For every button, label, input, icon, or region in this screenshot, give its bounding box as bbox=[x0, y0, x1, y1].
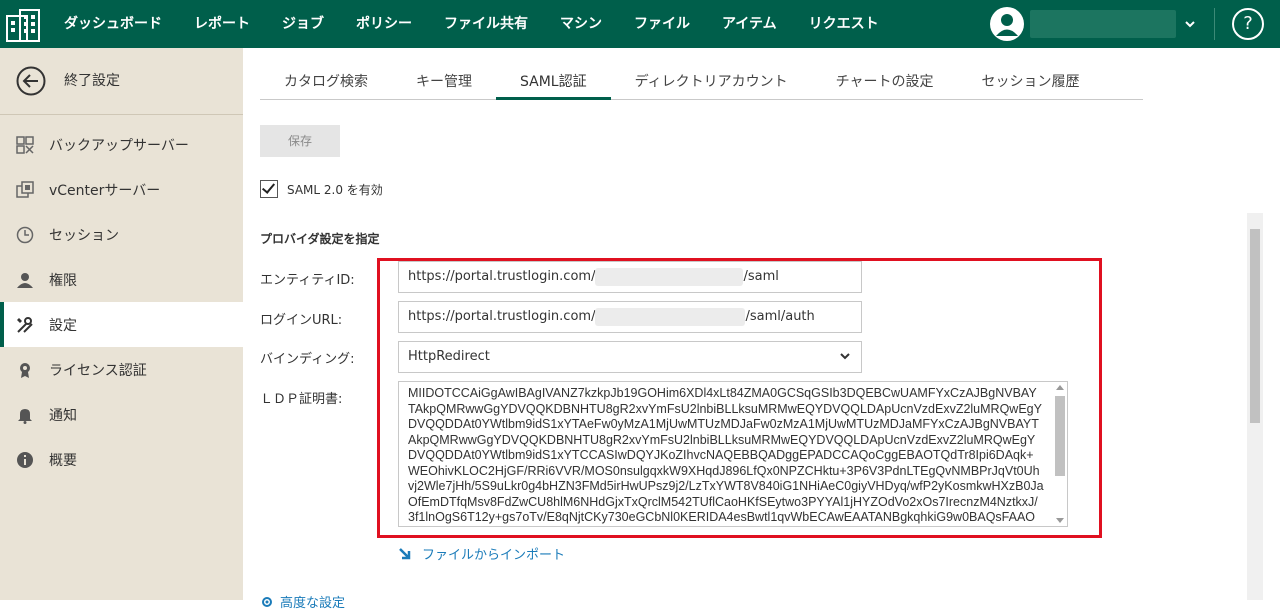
top-navigation-bar: ダッシュボード レポート ジョブ ポリシー ファイル共有 マシン ファイル アイ… bbox=[0, 0, 1280, 48]
entity-id-suffix: /saml bbox=[743, 269, 779, 284]
cert-text: MIIDOTCCAiGgAwIBAgIVANZ7kzkpJb19GOHim6XD… bbox=[408, 386, 1044, 526]
app-logo-icon[interactable] bbox=[6, 8, 40, 42]
user-avatar-icon[interactable] bbox=[990, 7, 1024, 41]
exit-settings-label: 終了設定 bbox=[64, 73, 120, 89]
info-icon bbox=[15, 450, 35, 470]
sidebar-item-label: ライセンス認証 bbox=[49, 362, 147, 379]
saml-enable-label: SAML 2.0 を有効 bbox=[287, 182, 383, 197]
page-scrollbar-thumb[interactable] bbox=[1250, 229, 1260, 423]
checkmark-icon bbox=[261, 180, 276, 194]
saml-enable-row[interactable]: SAML 2.0 を有効 bbox=[260, 179, 383, 199]
tab-session-history[interactable]: セッション履歴 bbox=[958, 68, 1104, 100]
license-icon bbox=[15, 360, 35, 380]
divider bbox=[0, 114, 243, 115]
sidebar-item-backup-servers[interactable]: バックアップサーバー bbox=[0, 122, 243, 167]
advanced-settings-link[interactable]: 高度な設定 bbox=[260, 592, 345, 611]
clock-icon bbox=[15, 225, 35, 245]
cert-label: ＬＤＰ証明書: bbox=[260, 392, 343, 407]
redacted-segment bbox=[595, 307, 746, 326]
tab-directory-account[interactable]: ディレクトリアカウント bbox=[611, 68, 812, 100]
import-label: ファイルからインポート bbox=[422, 548, 566, 563]
section-title: プロバイダ設定を指定 bbox=[260, 232, 380, 246]
scroll-down-icon[interactable] bbox=[1056, 518, 1064, 523]
nav-reports[interactable]: レポート bbox=[178, 0, 266, 48]
main-content: カタログ検索 キー管理 SAML認証 ディレクトリアカウント チャートの設定 セ… bbox=[243, 48, 1280, 611]
sidebar-item-label: セッション bbox=[49, 227, 119, 244]
sidebar-item-label: 権限 bbox=[49, 272, 77, 289]
redacted-segment bbox=[595, 267, 744, 286]
gear-icon bbox=[262, 596, 272, 607]
login-url-prefix: https://portal.trustlogin.com/ bbox=[408, 309, 596, 324]
tab-catalog-search[interactable]: カタログ検索 bbox=[260, 68, 392, 100]
sidebar-item-label: バックアップサーバー bbox=[49, 137, 189, 154]
sidebar-item-sessions[interactable]: セッション bbox=[0, 212, 243, 257]
nav-files[interactable]: ファイル bbox=[618, 0, 706, 48]
user-icon bbox=[15, 270, 35, 290]
nav-jobs[interactable]: ジョブ bbox=[266, 0, 340, 48]
sidebar-item-vcenter[interactable]: vCenterサーバー bbox=[0, 167, 243, 212]
bell-icon bbox=[15, 405, 35, 425]
active-indicator bbox=[233, 314, 243, 334]
settings-tabs: カタログ検索 キー管理 SAML認証 ディレクトリアカウント チャートの設定 セ… bbox=[260, 68, 1143, 100]
divider bbox=[1214, 8, 1215, 40]
exit-settings-button[interactable]: 終了設定 bbox=[0, 48, 243, 114]
saml-enable-checkbox[interactable] bbox=[260, 180, 278, 198]
sidebar-item-permissions[interactable]: 権限 bbox=[0, 257, 243, 302]
vcenter-icon bbox=[15, 180, 35, 200]
sidebar-item-about[interactable]: 概要 bbox=[0, 437, 243, 482]
binding-value: HttpRedirect bbox=[408, 349, 490, 364]
entity-id-prefix: https://portal.trustlogin.com/ bbox=[408, 269, 596, 284]
main-nav: ダッシュボード レポート ジョブ ポリシー ファイル共有 マシン ファイル アイ… bbox=[48, 0, 895, 48]
backup-server-icon bbox=[15, 135, 35, 155]
sidebar-menu: バックアップサーバー vCenterサーバー セッション 権限 設定 ライセンス… bbox=[0, 122, 243, 482]
sidebar-item-settings[interactable]: 設定 bbox=[0, 302, 243, 347]
binding-label: バインディング: bbox=[260, 352, 355, 367]
chevron-down-icon bbox=[839, 342, 851, 372]
tab-chart-settings[interactable]: チャートの設定 bbox=[812, 68, 958, 100]
nav-items[interactable]: アイテム bbox=[706, 0, 793, 48]
help-button[interactable]: ? bbox=[1232, 8, 1264, 40]
binding-select[interactable]: HttpRedirect bbox=[398, 341, 862, 373]
tab-saml-auth[interactable]: SAML認証 bbox=[496, 68, 611, 100]
chevron-down-icon[interactable] bbox=[1184, 14, 1198, 34]
nav-machines[interactable]: マシン bbox=[544, 0, 618, 48]
settings-sidebar: 終了設定 バックアップサーバー vCenterサーバー セッション 権限 設定 … bbox=[0, 48, 243, 600]
entity-id-field[interactable]: https://portal.trustlogin.com/ /saml bbox=[398, 261, 862, 293]
tab-key-management[interactable]: キー管理 bbox=[392, 68, 496, 100]
login-url-suffix: /saml/auth bbox=[745, 309, 815, 324]
login-url-field[interactable]: https://portal.trustlogin.com/ /saml/auth bbox=[398, 301, 862, 333]
page-scrollbar[interactable] bbox=[1247, 213, 1263, 600]
sidebar-item-label: 概要 bbox=[49, 452, 77, 469]
sidebar-item-license[interactable]: ライセンス認証 bbox=[0, 347, 243, 392]
advanced-label: 高度な設定 bbox=[280, 596, 346, 611]
import-from-file-link[interactable]: ファイルからインポート bbox=[398, 544, 565, 563]
login-url-label: ログインURL: bbox=[260, 313, 343, 328]
nav-policies[interactable]: ポリシー bbox=[340, 0, 428, 48]
import-arrow-icon bbox=[399, 547, 411, 559]
save-button[interactable]: 保存 bbox=[260, 125, 340, 157]
nav-dashboard[interactable]: ダッシュボード bbox=[48, 0, 178, 48]
user-name-redacted[interactable] bbox=[1030, 10, 1176, 38]
sidebar-item-label: vCenterサーバー bbox=[49, 182, 161, 199]
scroll-up-icon[interactable] bbox=[1056, 385, 1064, 390]
nav-requests[interactable]: リクエスト bbox=[793, 0, 895, 48]
cert-scrollbar[interactable] bbox=[1055, 396, 1065, 476]
sidebar-item-label: 通知 bbox=[49, 407, 77, 424]
tools-icon bbox=[15, 315, 35, 335]
sidebar-item-notifications[interactable]: 通知 bbox=[0, 392, 243, 437]
sidebar-item-label: 設定 bbox=[49, 317, 77, 334]
nav-file-shares[interactable]: ファイル共有 bbox=[428, 0, 544, 48]
entity-id-label: エンティティID: bbox=[260, 273, 355, 288]
back-arrow-icon bbox=[16, 66, 46, 96]
cert-textarea[interactable]: MIIDOTCCAiGgAwIBAgIVANZ7kzkpJb19GOHim6XD… bbox=[398, 381, 1068, 527]
